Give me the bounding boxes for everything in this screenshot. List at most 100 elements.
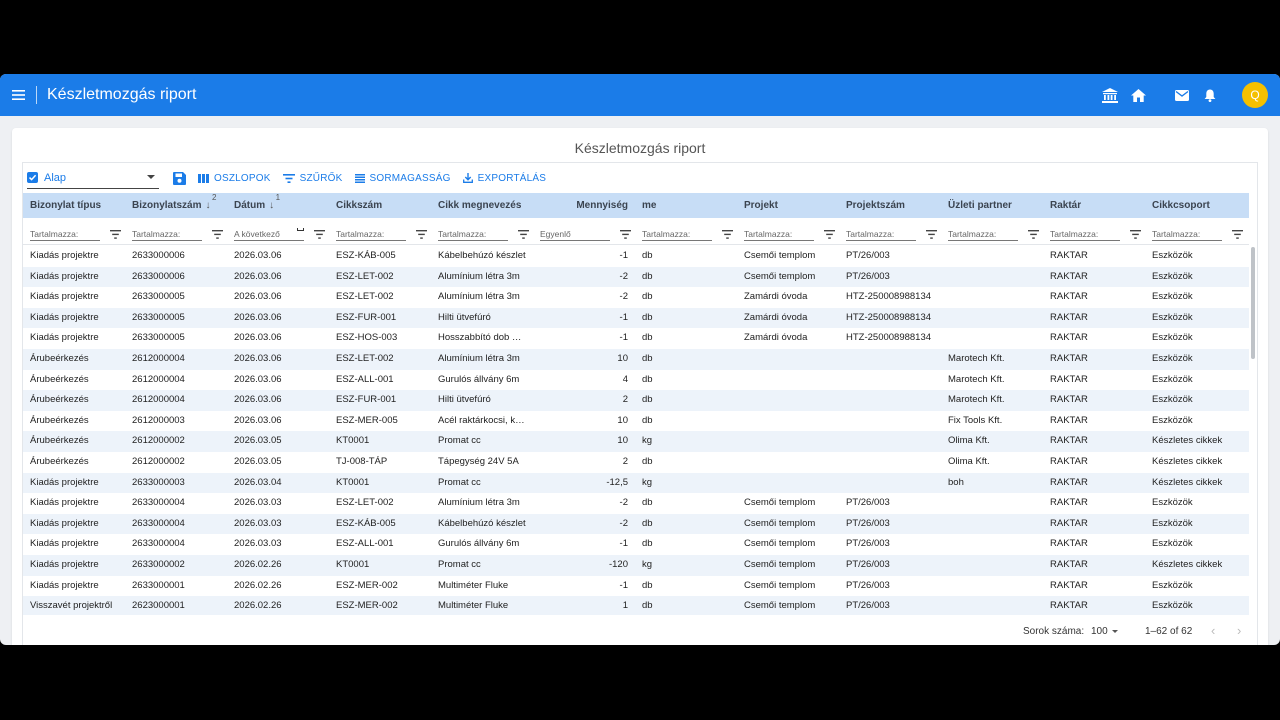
cell-item-name: Kábelbehúzó készlet <box>438 517 526 529</box>
filter-input[interactable]: Tartalmazza: <box>438 228 508 241</box>
column-header-warehouse[interactable]: Raktár <box>1043 193 1145 218</box>
mail-button[interactable] <box>1168 74 1196 116</box>
column-filter-icon[interactable] <box>416 226 427 244</box>
cell-item-name: Alumínium létra 3m <box>438 497 520 509</box>
column-header-item-code[interactable]: Cikkszám <box>329 193 431 218</box>
column-filter-icon[interactable] <box>1028 226 1039 244</box>
save-view-button[interactable] <box>173 171 186 185</box>
cell-warehouse: RAKTAR <box>1050 579 1088 591</box>
table-row[interactable]: Árubeérkezés 2612000004 2026.03.06 ESZ-LET-… <box>23 349 1249 370</box>
column-header-quantity[interactable]: Mennyiség <box>533 193 635 218</box>
table-row[interactable]: Kiadás projektre 2633000004 2026.03.03 ESZ-… <box>23 513 1249 535</box>
column-filter-icon[interactable] <box>620 226 631 244</box>
filter-input[interactable]: Tartalmazza: <box>744 228 814 241</box>
filter-input[interactable]: Tartalmazza: <box>948 228 1018 241</box>
menu-button[interactable] <box>0 74 36 116</box>
cell-unit: db <box>642 600 653 612</box>
vertical-scrollbar[interactable] <box>1251 247 1255 359</box>
sort-arrow-icon[interactable]: ↓ 1 <box>269 193 280 211</box>
view-select[interactable]: Alap <box>27 167 159 189</box>
cell-item-group: Eszközök <box>1152 270 1193 282</box>
column-header-project[interactable]: Projekt <box>737 193 839 218</box>
column-header-partner[interactable]: Üzleti partner <box>941 193 1043 218</box>
column-header-item-name[interactable]: Cikk megnevezés <box>431 193 533 218</box>
cell-unit: kg <box>642 559 653 570</box>
table-row[interactable]: Árubeérkezés 2612000004 2026.03.06 ESZ-ALL-… <box>23 370 1249 391</box>
column-header-doc-number[interactable]: Bizonylatszám ↓ 2 <box>125 193 227 218</box>
filter-input[interactable]: Tartalmazza: <box>30 228 100 241</box>
column-header-project-number[interactable]: Projektszám <box>839 193 941 218</box>
filter-input[interactable]: Tartalmazza: <box>846 228 916 241</box>
table-row[interactable]: Kiadás projektre 2633000005 2026.03.06 ESZ-… <box>23 328 1249 349</box>
cell-doc-type: Árubeérkezés <box>30 394 89 406</box>
density-button[interactable]: SORMAGASSÁG <box>354 173 451 184</box>
cell-item-group: Eszközök <box>1152 579 1193 591</box>
column-header-label: Bizonylat típus <box>30 200 102 211</box>
table-row[interactable]: Árubeérkezés 2612000002 2026.03.05 KT0001 Pr… <box>23 431 1249 452</box>
sort-arrow-icon[interactable]: ↓ 2 <box>205 193 216 211</box>
column-filter-icon[interactable] <box>314 226 325 244</box>
rows-per-page-select[interactable]: 100 <box>1091 626 1108 637</box>
filter-input[interactable]: Tartalmazza: <box>1050 228 1120 241</box>
column-filter-icon[interactable] <box>1130 226 1141 244</box>
column-filter-icon[interactable] <box>824 226 835 244</box>
column-header-unit[interactable]: me <box>635 193 737 218</box>
column-header-label: Üzleti partner <box>948 200 1012 211</box>
table-row[interactable]: Kiadás projektre 2633000004 2026.03.03 ESZ-… <box>23 534 1249 555</box>
filter-input[interactable]: Egyenlő <box>540 228 610 241</box>
cell-item-code: ESZ-LET-002 <box>336 353 394 364</box>
table-row[interactable]: Visszavét projektről 2623000001 2026.02.26… <box>23 596 1249 615</box>
avatar[interactable]: Q <box>1242 82 1268 108</box>
cell-quantity: -1 <box>619 250 628 261</box>
filter-input[interactable]: Tartalmazza: <box>1152 228 1222 241</box>
cell-item-code: KT0001 <box>336 435 370 447</box>
filter-input[interactable]: A következő <box>234 228 304 241</box>
notifications-button[interactable] <box>1196 74 1224 116</box>
column-filter-icon[interactable] <box>518 226 529 244</box>
cell-partner: Fix Tools Kft. <box>948 414 1003 426</box>
table-row[interactable]: Árubeérkezés 2612000002 2026.03.05 TJ-008-T… <box>23 452 1249 473</box>
column-filter-icon[interactable] <box>110 226 121 244</box>
bank-icon <box>1102 87 1118 103</box>
filter-input[interactable]: Tartalmazza: <box>132 228 202 241</box>
table-row[interactable]: Kiadás projektre 2633000002 2026.02.26 KT00… <box>23 555 1249 576</box>
table-row[interactable]: Árubeérkezés 2612000003 2026.03.06 ESZ-MER-… <box>23 411 1249 432</box>
column-filter-icon[interactable] <box>926 226 937 244</box>
filter-input[interactable]: Tartalmazza: <box>336 228 406 241</box>
cell-item-code: ESZ-ALL-001 <box>336 373 394 385</box>
cell-partner <box>941 246 1043 267</box>
column-filter-icon[interactable] <box>1232 226 1243 244</box>
next-page-icon[interactable]: › <box>1237 623 1241 638</box>
column-header-doc-type[interactable]: Bizonylat típus <box>23 193 125 218</box>
cell-doc-type: Kiadás projektre <box>30 517 99 529</box>
home-button[interactable] <box>1124 74 1152 116</box>
cell-date: 2026.02.26 <box>234 579 282 591</box>
table-row[interactable]: Árubeérkezés 2612000004 2026.03.06 ESZ-FUR-… <box>23 390 1249 411</box>
cell-item-name: Tápegység 24V 5A <box>438 456 519 467</box>
bank-button[interactable] <box>1096 74 1124 116</box>
columns-label: OSZLOPOK <box>214 172 271 184</box>
table-row[interactable]: Kiadás projektre 2633000003 2026.03.04 KT00… <box>23 472 1249 494</box>
export-button[interactable]: EXPORTÁLÁS <box>462 173 547 184</box>
cell-unit: db <box>642 497 653 509</box>
cell-date: 2026.03.03 <box>234 517 282 529</box>
table-row[interactable]: Kiadás projektre 2633000006 2026.03.06 ESZ-… <box>23 246 1249 267</box>
columns-button[interactable]: OSZLOPOK <box>198 173 271 184</box>
column-filter-icon[interactable] <box>212 226 223 244</box>
filters-button[interactable]: SZŰRŐK <box>282 173 343 184</box>
table-row[interactable]: Kiadás projektre 2633000005 2026.03.06 ESZ-… <box>23 287 1249 308</box>
view-checkbox-icon <box>27 172 38 183</box>
table-row[interactable]: Kiadás projektre 2633000004 2026.03.03 ESZ-… <box>23 493 1249 514</box>
calendar-icon[interactable] <box>297 228 304 231</box>
cell-warehouse: RAKTAR <box>1050 394 1088 406</box>
column-header-date[interactable]: Dátum ↓ 1 <box>227 193 329 218</box>
column-header-item-group[interactable]: Cikkcsoport <box>1145 193 1247 218</box>
previous-page-icon[interactable]: ‹ <box>1211 623 1215 638</box>
table-row[interactable]: Kiadás projektre 2633000006 2026.03.06 ESZ-… <box>23 266 1249 288</box>
cell-doc-number: 2612000002 <box>132 435 185 447</box>
table-row[interactable]: Kiadás projektre 2633000001 2026.02.26 ESZ-… <box>23 576 1249 597</box>
table-row[interactable]: Kiadás projektre 2633000005 2026.03.06 ESZ-… <box>23 307 1249 329</box>
column-filter-icon[interactable] <box>722 226 733 244</box>
filter-input[interactable]: Tartalmazza: <box>642 228 712 241</box>
sort-order-index: 1 <box>275 193 281 202</box>
